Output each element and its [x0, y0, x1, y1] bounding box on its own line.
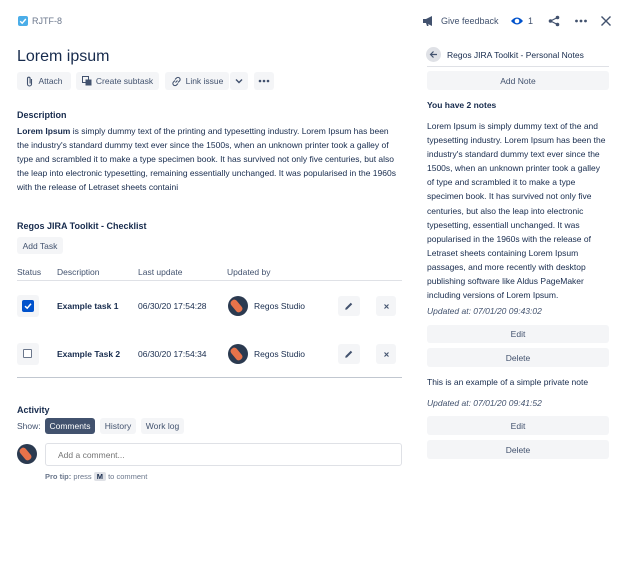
table-header-divider: [17, 280, 402, 281]
column-status: Status: [17, 267, 42, 277]
attach-button[interactable]: Attach: [17, 72, 71, 90]
add-task-button[interactable]: Add Task: [17, 237, 63, 254]
column-last-update: Last update: [138, 267, 183, 277]
close-icon: [383, 303, 390, 310]
create-subtask-button[interactable]: Create subtask: [76, 72, 159, 90]
note-updated-at: Updated at: 07/01/20 09:41:52: [427, 398, 542, 408]
avatar: [228, 344, 248, 364]
notes-header-divider: [427, 66, 609, 67]
arrow-left-icon: [429, 50, 438, 59]
add-note-button[interactable]: Add Note: [427, 71, 609, 90]
note-text: This is an example of a simple private n…: [427, 377, 589, 387]
task-description[interactable]: Example task 1: [57, 301, 118, 311]
description-heading: Description: [17, 110, 67, 120]
more-icon[interactable]: [574, 15, 588, 27]
close-icon: [383, 351, 390, 358]
delete-note-button[interactable]: Delete: [427, 348, 609, 367]
task-updated-by: Regos Studio: [254, 349, 306, 359]
task-updated-by: Regos Studio: [254, 301, 306, 311]
pro-tip-key: M: [93, 472, 107, 481]
link-issue-button[interactable]: Link issue: [165, 72, 229, 90]
link-issue-label: Link issue: [185, 76, 224, 86]
pro-tip-press: press: [71, 472, 94, 481]
note-text: Lorem Ipsum is simply dummy text of the …: [427, 121, 606, 301]
issue-key-link[interactable]: RJTF-8: [32, 16, 62, 26]
edit-note-button[interactable]: Edit: [427, 325, 609, 343]
avatar: [228, 296, 248, 316]
link-issue-dropdown[interactable]: [230, 72, 248, 90]
tab-history[interactable]: History: [100, 418, 136, 434]
more-icon: [258, 79, 270, 83]
description-text: is simply dummy text of the printing and…: [17, 126, 396, 193]
close-icon[interactable]: [600, 15, 612, 27]
edit-task-button[interactable]: [338, 296, 360, 316]
issue-type-icon: [18, 16, 28, 26]
column-updated-by: Updated by: [227, 267, 271, 277]
task-checkbox-cell[interactable]: [17, 343, 39, 365]
table-row: Example Task 2 06/30/20 17:54:34 Regos S…: [17, 343, 402, 365]
edit-task-button[interactable]: [338, 344, 360, 364]
description-body[interactable]: Lorem Ipsum is simply dummy text of the …: [17, 124, 399, 194]
table-bottom-divider: [17, 377, 402, 378]
back-arrow-button[interactable]: [426, 47, 441, 62]
pro-tip: Pro tip: press M to comment: [45, 472, 147, 481]
activity-heading: Activity: [17, 405, 50, 415]
pencil-icon: [344, 349, 354, 359]
checklist-heading: Regos JIRA Toolkit - Checklist: [17, 221, 147, 231]
pencil-icon: [344, 301, 354, 311]
share-icon[interactable]: [548, 15, 560, 27]
task-last-update: 06/30/20 17:54:28: [138, 301, 207, 311]
create-subtask-label: Create subtask: [95, 76, 154, 86]
notes-panel-title: Regos JIRA Toolkit - Personal Notes: [447, 50, 584, 60]
delete-task-button[interactable]: [376, 344, 396, 364]
megaphone-icon[interactable]: [422, 15, 436, 27]
issue-title[interactable]: Lorem ipsum: [17, 48, 109, 66]
link-icon: [171, 76, 182, 87]
watch-count[interactable]: 1: [528, 16, 533, 26]
delete-task-button[interactable]: [376, 296, 396, 316]
tab-comments[interactable]: Comments: [45, 418, 95, 434]
task-description[interactable]: Example Task 2: [57, 349, 120, 359]
notes-count-heading: You have 2 notes: [427, 100, 497, 110]
avatar: [17, 444, 37, 464]
show-label: Show:: [17, 421, 41, 431]
delete-note-button[interactable]: Delete: [427, 440, 609, 459]
subtask-icon: [81, 76, 92, 86]
more-actions-button[interactable]: [254, 72, 274, 90]
chevron-down-icon: [235, 78, 243, 84]
edit-note-button[interactable]: Edit: [427, 416, 609, 435]
tab-work-log[interactable]: Work log: [141, 418, 184, 434]
attach-label: Attach: [38, 76, 63, 86]
table-row: Example task 1 06/30/20 17:54:28 Regos S…: [17, 295, 402, 317]
task-checkbox[interactable]: [23, 349, 32, 358]
task-checkbox[interactable]: [22, 300, 34, 312]
give-feedback-link[interactable]: Give feedback: [441, 16, 499, 26]
task-checkbox-cell[interactable]: [17, 295, 39, 317]
paperclip-icon: [25, 76, 34, 87]
task-last-update: 06/30/20 17:54:34: [138, 349, 207, 359]
pro-tip-prefix: Pro tip:: [45, 472, 72, 481]
eye-icon[interactable]: [510, 15, 524, 27]
description-bold: Lorem Ipsum: [17, 126, 71, 136]
column-description: Description: [57, 267, 100, 277]
comment-input[interactable]: [45, 443, 402, 466]
pro-tip-suffix: to comment: [106, 472, 148, 481]
note-updated-at: Updated at: 07/01/20 09:43:02: [427, 306, 542, 316]
